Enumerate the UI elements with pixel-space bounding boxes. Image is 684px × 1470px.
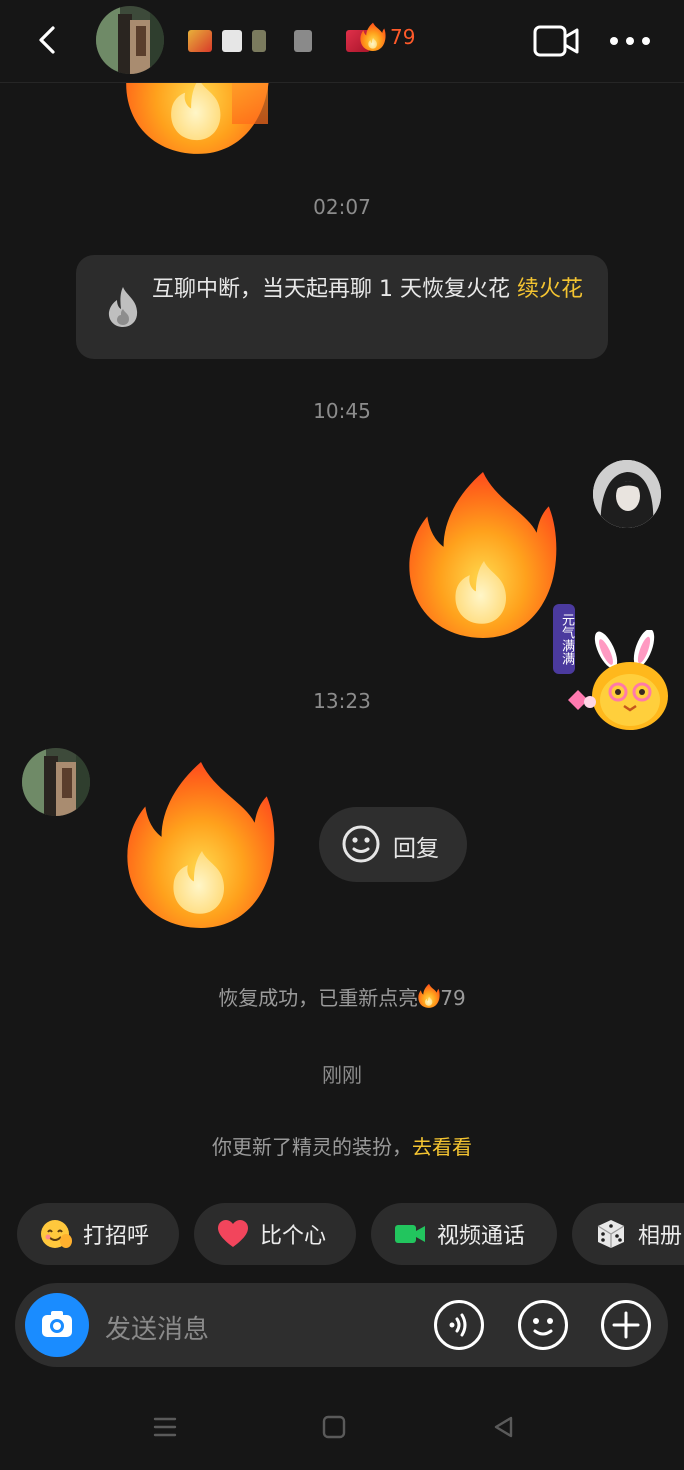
gray-flame-icon bbox=[108, 287, 138, 327]
timestamp: 02:07 bbox=[313, 195, 371, 219]
dice-icon bbox=[594, 1217, 628, 1251]
reply-button[interactable]: 回复 bbox=[319, 807, 467, 882]
outfit-updated-message: 你更新了精灵的装扮，去看看 bbox=[0, 1131, 684, 1160]
timestamp: 13:23 bbox=[313, 689, 371, 713]
streak-count: 79 bbox=[390, 25, 416, 49]
chip-video-call[interactable]: 视频通话 bbox=[371, 1203, 557, 1265]
contact-avatar[interactable] bbox=[96, 6, 164, 74]
home-icon[interactable] bbox=[322, 1415, 346, 1439]
camera-button[interactable] bbox=[25, 1293, 89, 1357]
chip-album[interactable]: 相册 bbox=[572, 1203, 684, 1265]
back-arrow-icon[interactable] bbox=[30, 22, 66, 58]
spark-streak[interactable]: 79 bbox=[360, 22, 415, 52]
reply-label: 回复 bbox=[393, 836, 439, 862]
restored-text: 恢复成功，已重新点亮 bbox=[218, 986, 419, 1010]
spark-restored-message: 恢复成功，已重新点亮 79 bbox=[0, 982, 684, 1011]
chip-heart[interactable]: 比个心 bbox=[194, 1203, 356, 1265]
contact-avatar[interactable] bbox=[22, 748, 90, 816]
system-nav-bar bbox=[0, 1392, 684, 1470]
continue-spark-link[interactable]: 续火花 bbox=[517, 277, 583, 302]
video-call-icon bbox=[393, 1217, 427, 1251]
chip-label: 打招呼 bbox=[83, 1224, 150, 1249]
chip-label: 视频通话 bbox=[437, 1224, 526, 1249]
fire-sticker-message[interactable] bbox=[404, 470, 562, 642]
chip-label: 比个心 bbox=[260, 1224, 327, 1249]
more-options-icon[interactable] bbox=[606, 26, 654, 56]
video-camera-icon[interactable] bbox=[532, 22, 580, 60]
fire-icon bbox=[418, 983, 440, 1009]
plus-icon[interactable] bbox=[600, 1299, 652, 1351]
contact-name-redacted bbox=[188, 26, 370, 56]
timestamp: 刚刚 bbox=[322, 1063, 362, 1087]
my-avatar[interactable] bbox=[593, 460, 661, 528]
smiley-icon bbox=[342, 825, 380, 863]
quick-actions: 打招呼 比个心 视频通话 相册 bbox=[17, 1203, 684, 1265]
redacted-block bbox=[232, 80, 268, 124]
go-see-link[interactable]: 去看看 bbox=[412, 1135, 472, 1159]
chip-greeting[interactable]: 打招呼 bbox=[17, 1203, 179, 1265]
notice-text: 互聊中断，当天起再聊 1 天恢复火花 bbox=[152, 277, 510, 302]
heart-icon bbox=[216, 1217, 250, 1251]
bunny-sprite-sticker[interactable] bbox=[562, 630, 672, 734]
message-input[interactable]: 发送消息 bbox=[105, 1309, 209, 1346]
camera-icon bbox=[42, 1311, 72, 1337]
menu-icon[interactable] bbox=[152, 1414, 178, 1440]
chat-header: 79 bbox=[0, 0, 684, 83]
timestamp: 10:45 bbox=[313, 399, 371, 423]
message-input-bar: 发送消息 bbox=[15, 1283, 668, 1367]
voice-icon[interactable] bbox=[433, 1299, 485, 1351]
chip-label: 相册 bbox=[638, 1224, 683, 1249]
fire-icon bbox=[360, 22, 386, 52]
spark-interrupted-notice: 互聊中断，当天起再聊 1 天恢复火花 续火花 bbox=[76, 255, 608, 359]
emoji-icon[interactable] bbox=[517, 1299, 569, 1351]
fire-sticker-message[interactable] bbox=[122, 760, 280, 932]
outfit-text: 你更新了精灵的装扮， bbox=[212, 1135, 412, 1159]
restored-count: 79 bbox=[440, 986, 466, 1010]
greeting-emoji-icon bbox=[39, 1217, 73, 1251]
back-icon[interactable] bbox=[492, 1415, 514, 1439]
